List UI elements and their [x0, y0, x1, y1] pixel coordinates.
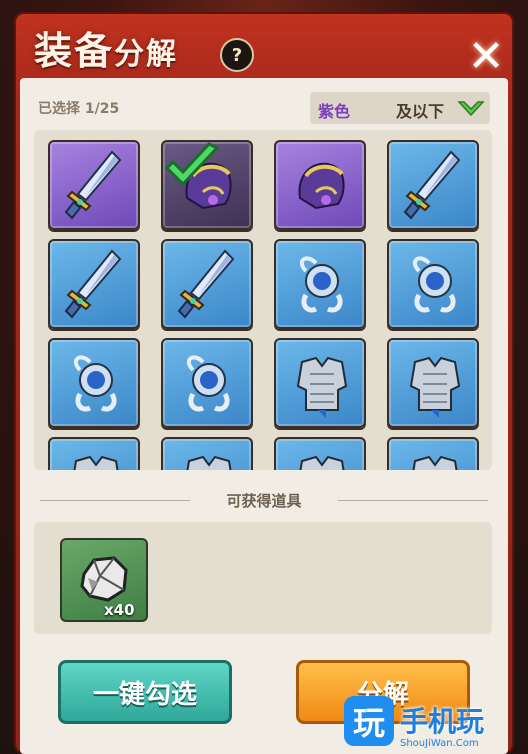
watermark-text: 手机玩 — [400, 705, 485, 738]
sword-icon — [403, 150, 461, 220]
close-button[interactable]: ✕ — [458, 28, 514, 84]
amulet-icon — [299, 256, 343, 313]
armor-icon — [409, 356, 461, 418]
equipment-tile-armor[interactable] — [161, 437, 253, 470]
rewards-title: 可获得道具 — [226, 492, 302, 510]
filter-value: 紫色 — [318, 102, 351, 121]
armor-icon — [296, 356, 348, 418]
dialog-title: 装备分解 — [34, 20, 178, 75]
equipment-tile-armor[interactable] — [48, 437, 140, 470]
equipment-tile-amulet[interactable] — [274, 239, 366, 329]
sword-icon — [177, 249, 235, 319]
armor-icon — [73, 455, 119, 470]
equipment-tile-armor[interactable] — [387, 437, 479, 470]
amulet-icon — [412, 256, 456, 313]
amulet-icon — [186, 355, 230, 412]
equipment-tile-amulet[interactable] — [161, 338, 253, 428]
reward-count: x40 — [104, 601, 135, 619]
equipment-tile-sword[interactable] — [387, 140, 479, 230]
equipment-tile-armor[interactable] — [387, 338, 479, 428]
auto-select-button[interactable]: 一键勾选 — [58, 660, 232, 724]
title-main: 装备 — [34, 29, 115, 73]
chevron-down-icon[interactable] — [456, 96, 486, 120]
selected-count: 已选择 1/25 — [38, 101, 120, 117]
checkmark-icon — [164, 142, 220, 187]
equipment-tile-amulet[interactable] — [48, 338, 140, 428]
equipment-tile-armor[interactable] — [274, 338, 366, 428]
equipment-tile-helmet[interactable] — [161, 140, 253, 230]
equipment-tile-helmet[interactable] — [274, 140, 366, 230]
watermark-url: ShouJiWan.Com — [400, 738, 479, 749]
watermark-badge: 玩 — [344, 696, 394, 746]
equipment-tile-armor[interactable] — [274, 437, 366, 470]
help-button[interactable]: ? — [220, 38, 254, 72]
equipment-tile-sword[interactable] — [48, 239, 140, 329]
armor-icon — [299, 455, 345, 470]
armor-icon — [186, 455, 232, 470]
filter-suffix: 及以下 — [396, 102, 445, 121]
title-sub: 分解 — [114, 37, 179, 72]
equipment-tile-amulet[interactable] — [387, 239, 479, 329]
sword-icon — [64, 150, 122, 220]
helmet-icon — [298, 162, 345, 210]
armor-icon — [412, 455, 458, 470]
equipment-grid — [34, 130, 492, 470]
sword-icon — [64, 249, 122, 319]
amulet-icon — [73, 355, 117, 412]
equipment-tile-sword[interactable] — [48, 140, 140, 230]
equipment-tile-sword[interactable] — [161, 239, 253, 329]
